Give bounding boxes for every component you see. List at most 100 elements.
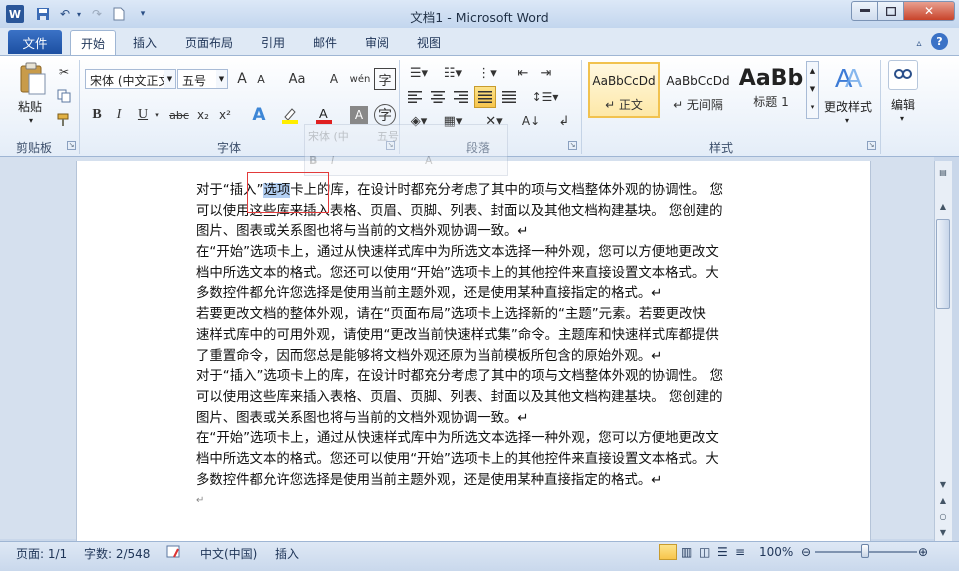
bullets-icon[interactable]: ☰▾	[406, 64, 432, 82]
format-painter-icon[interactable]	[56, 112, 72, 128]
tab-review[interactable]: 审阅	[365, 34, 389, 51]
font-size-dropdown-icon[interactable]: ▼	[216, 69, 228, 89]
enclosed-character-icon[interactable]: 字	[374, 104, 396, 126]
mini-font-color-icon[interactable]: A	[425, 154, 433, 167]
cut-icon[interactable]: ✂	[56, 64, 72, 80]
styles-scroll-down-icon[interactable]: ▼	[807, 80, 818, 98]
superscript-icon[interactable]: x²	[216, 106, 234, 124]
paragraph-launcher-icon[interactable]: ↘	[568, 141, 577, 150]
strikethrough-icon[interactable]: abc	[168, 106, 190, 124]
phonetic-guide-icon[interactable]: wén	[348, 68, 372, 90]
decrease-indent-icon[interactable]: ⇤	[514, 64, 532, 82]
zoom-level[interactable]: 100%	[759, 545, 793, 559]
outline-view-icon[interactable]: ☰	[717, 545, 728, 559]
styles-scroll[interactable]: ▲ ▼ ▾	[806, 61, 819, 119]
customize-qat-icon[interactable]: ▾	[134, 5, 152, 23]
tab-insert[interactable]: 插入	[133, 34, 157, 51]
sort-icon[interactable]: A↓	[520, 112, 542, 130]
tab-page-layout[interactable]: 页面布局	[185, 34, 233, 51]
style-heading-1[interactable]: AaBb 标题 1	[736, 62, 806, 118]
redo-icon[interactable]: ↷	[88, 5, 106, 23]
scroll-down-icon[interactable]: ▼	[936, 477, 950, 491]
multilevel-list-icon[interactable]: ⋮▾	[474, 64, 500, 82]
editing-dropdown-icon[interactable]: ▾	[900, 114, 904, 123]
font-color-icon[interactable]: A	[314, 104, 334, 126]
underline-dropdown-icon[interactable]: ▾	[152, 108, 162, 122]
font-size-combo[interactable]: 五号	[177, 69, 217, 89]
highlight-icon[interactable]	[280, 104, 300, 126]
save-icon[interactable]	[34, 5, 52, 23]
mini-font-size[interactable]: 五号	[377, 128, 399, 144]
print-layout-view-icon[interactable]	[659, 544, 677, 560]
change-styles-button[interactable]: 更改样式	[824, 98, 872, 115]
italic-icon[interactable]: I	[110, 106, 128, 124]
change-case-icon[interactable]: Aa	[284, 70, 310, 88]
font-name-dropdown-icon[interactable]: ▼	[164, 69, 176, 89]
zoom-slider-thumb[interactable]	[861, 544, 869, 558]
full-screen-reading-icon[interactable]: ▥	[681, 545, 692, 559]
align-left-icon[interactable]	[406, 88, 424, 106]
page-count[interactable]: 页面: 1/1	[16, 545, 67, 562]
increase-indent-icon[interactable]: ⇥	[537, 64, 555, 82]
previous-page-icon[interactable]: ▲	[936, 493, 950, 507]
underline-icon[interactable]: U	[134, 106, 152, 124]
paste-button[interactable]: 粘贴	[18, 98, 42, 115]
next-page-icon[interactable]: ▼	[936, 525, 950, 539]
word-app-icon[interactable]: W	[6, 5, 24, 23]
word-count[interactable]: 字数: 2/548	[84, 545, 150, 562]
clear-formatting-icon[interactable]: A	[324, 70, 344, 88]
language-indicator[interactable]: 中文(中国)	[200, 545, 257, 562]
minimize-ribbon-icon[interactable]: ▵	[910, 34, 928, 52]
web-layout-icon[interactable]: ◫	[699, 545, 710, 559]
copy-icon[interactable]	[56, 88, 72, 104]
styles-more-icon[interactable]: ▾	[807, 98, 818, 116]
styles-launcher-icon[interactable]: ↘	[867, 141, 876, 150]
ruler-toggle-icon[interactable]: ▤	[936, 165, 950, 179]
bold-icon[interactable]: B	[88, 106, 106, 124]
find-icon[interactable]	[888, 60, 918, 90]
grow-font-icon[interactable]: A	[233, 70, 251, 88]
mini-bold-icon[interactable]: B	[309, 154, 317, 167]
align-center-icon[interactable]	[429, 88, 447, 106]
help-icon[interactable]: ?	[931, 33, 948, 50]
character-shading-icon[interactable]: A	[350, 106, 368, 124]
change-styles-icon[interactable]: AA	[832, 62, 864, 92]
mini-italic-icon[interactable]: I	[331, 154, 334, 167]
line-spacing-icon[interactable]: ↕☰▾	[532, 88, 559, 106]
align-right-icon[interactable]	[452, 88, 470, 106]
numbering-icon[interactable]: ☷▾	[440, 64, 466, 82]
tab-references[interactable]: 引用	[261, 34, 285, 51]
tab-file[interactable]: 文件	[8, 30, 62, 54]
font-name-combo[interactable]: 宋体 (中文正文)	[85, 69, 165, 89]
editing-button[interactable]: 编辑	[891, 96, 915, 113]
text-effects-icon[interactable]: A	[248, 104, 270, 126]
draft-view-icon[interactable]: ≡	[735, 545, 745, 559]
scroll-thumb[interactable]	[936, 219, 950, 309]
change-styles-dropdown-icon[interactable]: ▾	[845, 116, 849, 125]
enclose-characters-icon[interactable]: 字	[374, 68, 396, 90]
mini-font-name[interactable]: 宋体 (中	[308, 128, 349, 144]
maximize-button[interactable]	[877, 1, 904, 21]
browse-object-icon[interactable]: ○	[936, 509, 950, 523]
zoom-out-icon[interactable]: ⊖	[801, 545, 811, 559]
tab-view[interactable]: 视图	[417, 34, 441, 51]
show-marks-icon[interactable]: ↲	[555, 112, 573, 130]
style-no-spacing[interactable]: AaBbCcDd ↵ 无间隔	[662, 62, 734, 118]
tab-mailings[interactable]: 邮件	[313, 34, 337, 51]
minimize-button[interactable]	[851, 1, 878, 21]
close-button[interactable]: ✕	[903, 1, 955, 21]
new-document-icon[interactable]	[110, 5, 128, 23]
proofing-icon[interactable]	[166, 545, 184, 562]
subscript-icon[interactable]: x₂	[194, 106, 212, 124]
paste-dropdown-icon[interactable]: ▾	[29, 116, 33, 125]
scroll-up-icon[interactable]: ▲	[936, 199, 950, 213]
style-normal[interactable]: AaBbCcDd ↵ 正文	[588, 62, 660, 118]
justify-icon[interactable]	[474, 86, 496, 108]
paste-icon[interactable]	[14, 60, 50, 98]
undo-dropdown-icon[interactable]: ▾	[70, 5, 88, 23]
zoom-in-icon[interactable]: ⊕	[918, 545, 928, 559]
insert-mode[interactable]: 插入	[275, 545, 299, 562]
distributed-icon[interactable]	[500, 88, 518, 106]
document-body[interactable]: 对于“插入”选项卡上的库，在设计时都充分考虑了其中的项与文档整体外观的协调性。 …	[196, 181, 756, 512]
clipboard-launcher-icon[interactable]: ↘	[67, 141, 76, 150]
